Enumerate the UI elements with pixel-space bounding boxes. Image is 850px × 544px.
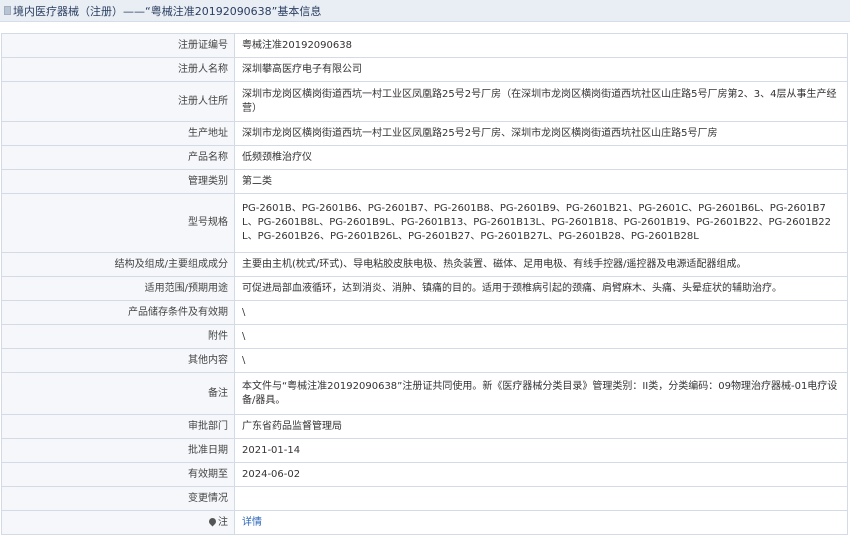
table-row: 注册人名称 深圳攀高医疗电子有限公司 bbox=[1, 57, 848, 82]
field-label-production-address: 生产地址 bbox=[1, 121, 235, 146]
field-value-attachments: \ bbox=[234, 324, 848, 349]
table-row: 附件 \ bbox=[1, 324, 848, 349]
table-row: 管理类别 第二类 bbox=[1, 169, 848, 194]
table-row: 有效期至 2024-06-02 bbox=[1, 462, 848, 487]
field-value-change-status bbox=[234, 486, 848, 511]
table-row: 注册证编号 粤械注准20192090638 bbox=[1, 33, 848, 58]
field-value-registrant-address: 深圳市龙岗区横岗街道西坑一村工业区凤凰路25号2号厂房（在深圳市龙岗区横岗街道西… bbox=[234, 81, 848, 122]
table-row: 变更情况 bbox=[1, 486, 848, 511]
field-label-product-name: 产品名称 bbox=[1, 145, 235, 170]
field-label-approval-department: 审批部门 bbox=[1, 414, 235, 439]
field-value-registrant-name: 深圳攀高医疗电子有限公司 bbox=[234, 57, 848, 82]
field-value-model-specification: PG-2601B、PG-2601B6、PG-2601B7、PG-2601B8、P… bbox=[234, 193, 848, 253]
table-row: 审批部门 广东省药品监督管理局 bbox=[1, 414, 848, 439]
table-row: 备注 本文件与“粤械注准20192090638”注册证共同使用。新《医疗器械分类… bbox=[1, 372, 848, 415]
field-label-approval-date: 批准日期 bbox=[1, 438, 235, 463]
field-label-attachments: 附件 bbox=[1, 324, 235, 349]
table-row: 适用范围/预期用途 可促进局部血液循环，达到消炎、消肿、镇痛的目的。适用于颈椎病… bbox=[1, 276, 848, 301]
table-row: 注 详情 bbox=[1, 510, 848, 535]
table-row: 注册人住所 深圳市龙岗区横岗街道西坑一村工业区凤凰路25号2号厂房（在深圳市龙岗… bbox=[1, 81, 848, 122]
field-value-other-content: \ bbox=[234, 348, 848, 373]
field-value-product-name: 低频颈椎治疗仪 bbox=[234, 145, 848, 170]
field-value-note: 详情 bbox=[234, 510, 848, 535]
field-value-registration-number: 粤械注准20192090638 bbox=[234, 33, 848, 58]
page-header: 境内医疗器械（注册）——“粤械注准20192090638”基本信息 bbox=[0, 0, 850, 22]
field-value-intended-use: 可促进局部血液循环，达到消炎、消肿、镇痛的目的。适用于颈椎病引起的颈痛、肩臂麻木… bbox=[234, 276, 848, 301]
field-value-production-address: 深圳市龙岗区横岗街道西坑一村工业区凤凰路25号2号厂房、深圳市龙岗区横岗街道西坑… bbox=[234, 121, 848, 146]
page-title: 境内医疗器械（注册）——“粤械注准20192090638”基本信息 bbox=[13, 4, 322, 18]
field-label-registrant-address: 注册人住所 bbox=[1, 81, 235, 122]
field-label-management-category: 管理类别 bbox=[1, 169, 235, 194]
table-row: 产品名称 低频颈椎治疗仪 bbox=[1, 145, 848, 170]
info-table: 注册证编号 粤械注准20192090638 注册人名称 深圳攀高医疗电子有限公司… bbox=[1, 33, 848, 535]
field-label-valid-until: 有效期至 bbox=[1, 462, 235, 487]
field-label-intended-use: 适用范围/预期用途 bbox=[1, 276, 235, 301]
table-row: 型号规格 PG-2601B、PG-2601B6、PG-2601B7、PG-260… bbox=[1, 193, 848, 253]
field-label-registration-number: 注册证编号 bbox=[1, 33, 235, 58]
field-label-registrant-name: 注册人名称 bbox=[1, 57, 235, 82]
field-label-other-content: 其他内容 bbox=[1, 348, 235, 373]
field-label-storage-validity: 产品储存条件及有效期 bbox=[1, 300, 235, 325]
field-value-management-category: 第二类 bbox=[234, 169, 848, 194]
field-value-approval-department: 广东省药品监督管理局 bbox=[234, 414, 848, 439]
details-link[interactable]: 详情 bbox=[242, 517, 262, 528]
field-label-change-status: 变更情况 bbox=[1, 486, 235, 511]
field-value-storage-validity: \ bbox=[234, 300, 848, 325]
table-row: 其他内容 \ bbox=[1, 348, 848, 373]
field-label-structure-composition: 结构及组成/主要组成成分 bbox=[1, 252, 235, 277]
field-value-approval-date: 2021-01-14 bbox=[234, 438, 848, 463]
table-row: 结构及组成/主要组成成分 主要由主机(枕式/环式)、导电粘胶皮肤电极、热灸装置、… bbox=[1, 252, 848, 277]
document-icon bbox=[4, 6, 11, 15]
note-label-text: 注 bbox=[218, 516, 228, 528]
field-value-structure-composition: 主要由主机(枕式/环式)、导电粘胶皮肤电极、热灸装置、磁体、足用电极、有线手控器… bbox=[234, 252, 848, 277]
field-label-remarks: 备注 bbox=[1, 372, 235, 415]
field-value-remarks: 本文件与“粤械注准20192090638”注册证共同使用。新《医疗器械分类目录》… bbox=[234, 372, 848, 415]
table-row: 批准日期 2021-01-14 bbox=[1, 438, 848, 463]
table-row: 产品储存条件及有效期 \ bbox=[1, 300, 848, 325]
field-value-valid-until: 2024-06-02 bbox=[234, 462, 848, 487]
table-row: 生产地址 深圳市龙岗区横岗街道西坑一村工业区凤凰路25号2号厂房、深圳市龙岗区横… bbox=[1, 121, 848, 146]
field-label-note: 注 bbox=[1, 510, 235, 535]
map-pin-icon bbox=[207, 516, 218, 526]
field-label-model-specification: 型号规格 bbox=[1, 193, 235, 253]
